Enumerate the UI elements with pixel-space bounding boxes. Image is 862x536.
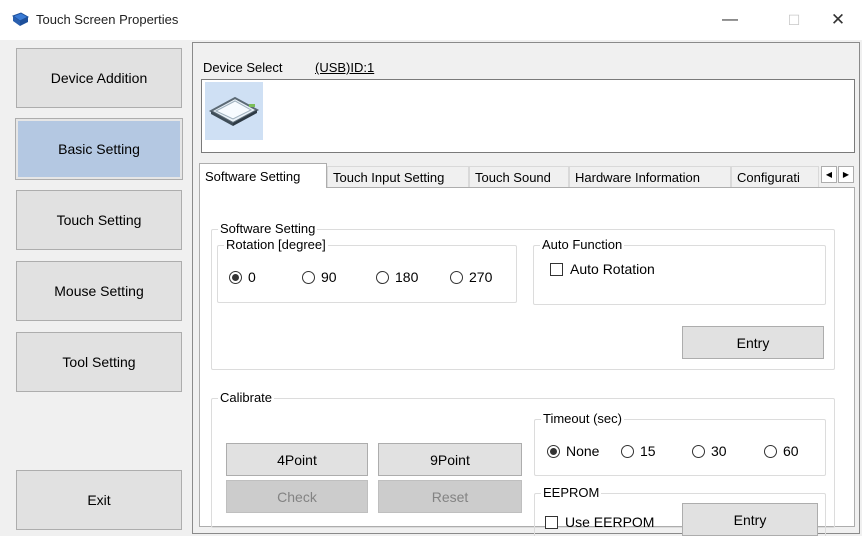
tab-touch-sound[interactable]: Touch Sound	[469, 166, 569, 187]
rotation-270-label: 270	[469, 269, 493, 285]
main-panel: Device Select (USB)ID:1 Software Setting…	[192, 42, 860, 536]
minimize-button[interactable]: —	[710, 8, 750, 32]
auto-rotation-checkbox[interactable]: Auto Rotation	[550, 261, 655, 277]
device-select-label: Device Select	[203, 60, 283, 75]
timeout-group-title: Timeout (sec)	[541, 411, 624, 426]
device-addition-button[interactable]: Device Addition	[16, 48, 182, 108]
timeout-group: Timeout (sec) None 15 30 60	[534, 411, 826, 476]
4point-button[interactable]: 4Point	[226, 443, 368, 476]
tab-software-setting[interactable]: Software Setting	[199, 163, 327, 188]
touch-setting-button[interactable]: Touch Setting	[16, 190, 182, 250]
rotation-group-title: Rotation [degree]	[224, 237, 328, 252]
auto-function-group-title: Auto Function	[540, 237, 625, 252]
maximize-button[interactable]: ☐	[774, 8, 814, 32]
software-setting-page: Software Setting Rotation [degree] 0 90 …	[199, 187, 855, 536]
window-body: Device Addition Basic Setting Touch Sett…	[0, 40, 862, 536]
timeout-60-label: 60	[783, 443, 799, 459]
close-button[interactable]: ✕	[818, 8, 858, 32]
radio-button-icon	[229, 270, 242, 284]
9point-button[interactable]: 9Point	[378, 443, 522, 476]
timeout-none-label: None	[566, 443, 600, 459]
software-setting-group-title: Software Setting	[218, 221, 318, 236]
reset-button[interactable]: Reset	[378, 480, 522, 513]
auto-rotation-label: Auto Rotation	[570, 261, 655, 277]
checkbox-icon	[545, 515, 558, 529]
use-eeprom-checkbox[interactable]: Use EERPOM	[545, 514, 654, 530]
checkbox-icon	[550, 262, 563, 276]
tab-hardware-information[interactable]: Hardware Information	[569, 166, 731, 187]
device-id-link[interactable]: (USB)ID:1	[315, 60, 374, 75]
radio-button-icon	[764, 444, 777, 458]
rotation-group: Rotation [degree] 0 90 180 270	[217, 237, 517, 303]
use-eeprom-label: Use EERPOM	[565, 514, 655, 530]
check-button[interactable]: Check	[226, 480, 368, 513]
timeout-15-label: 15	[640, 443, 656, 459]
settings-tabs: Software Setting Touch Input Setting Tou…	[199, 163, 857, 188]
device-list[interactable]	[201, 79, 855, 153]
tool-setting-button[interactable]: Tool Setting	[16, 332, 182, 392]
rotation-90-label: 90	[321, 269, 337, 285]
exit-button[interactable]: Exit	[16, 470, 182, 530]
rotation-180-label: 180	[395, 269, 419, 285]
radio-button-icon	[302, 270, 315, 284]
timeout-15-radio[interactable]: 15	[621, 443, 656, 459]
eeprom-group: EEPROM Use EERPOM Entry	[534, 485, 826, 536]
software-setting-group: Software Setting Rotation [degree] 0 90 …	[211, 221, 835, 370]
tab-touch-input-setting[interactable]: Touch Input Setting	[327, 166, 469, 187]
tab-scroll-left-button[interactable]: ◀	[821, 166, 837, 183]
auto-function-group: Auto Function Auto Rotation	[533, 237, 826, 305]
rotation-0-radio[interactable]: 0	[229, 269, 256, 285]
timeout-30-label: 30	[711, 443, 727, 459]
rotation-0-label: 0	[248, 269, 256, 285]
calibrate-group-title: Calibrate	[218, 390, 275, 405]
tab-configuration[interactable]: Configurati	[731, 166, 819, 187]
radio-button-icon	[547, 444, 560, 458]
touch-screen-app-icon	[12, 12, 29, 26]
tab-scroll-right-button[interactable]: ▶	[838, 166, 854, 183]
eeprom-entry-button[interactable]: Entry	[682, 503, 818, 536]
radio-button-icon	[621, 444, 634, 458]
calibrate-group: Calibrate 4Point 9Point Check Reset Time…	[211, 390, 835, 536]
timeout-none-radio[interactable]: None	[547, 443, 599, 459]
software-entry-button[interactable]: Entry	[682, 326, 824, 359]
rotation-270-radio[interactable]: 270	[450, 269, 492, 285]
radio-button-icon	[692, 444, 705, 458]
rotation-90-radio[interactable]: 90	[302, 269, 337, 285]
radio-button-icon	[450, 270, 463, 284]
timeout-30-radio[interactable]: 30	[692, 443, 727, 459]
mouse-setting-button[interactable]: Mouse Setting	[16, 261, 182, 321]
basic-setting-button[interactable]: Basic Setting	[15, 118, 183, 180]
timeout-60-radio[interactable]: 60	[764, 443, 799, 459]
radio-button-icon	[376, 270, 389, 284]
eeprom-group-title: EEPROM	[541, 485, 602, 500]
rotation-180-radio[interactable]: 180	[376, 269, 418, 285]
window-title: Touch Screen Properties	[36, 12, 179, 27]
touchscreen-device-icon[interactable]	[205, 82, 263, 140]
title-bar: Touch Screen Properties — ☐ ✕	[0, 0, 862, 40]
